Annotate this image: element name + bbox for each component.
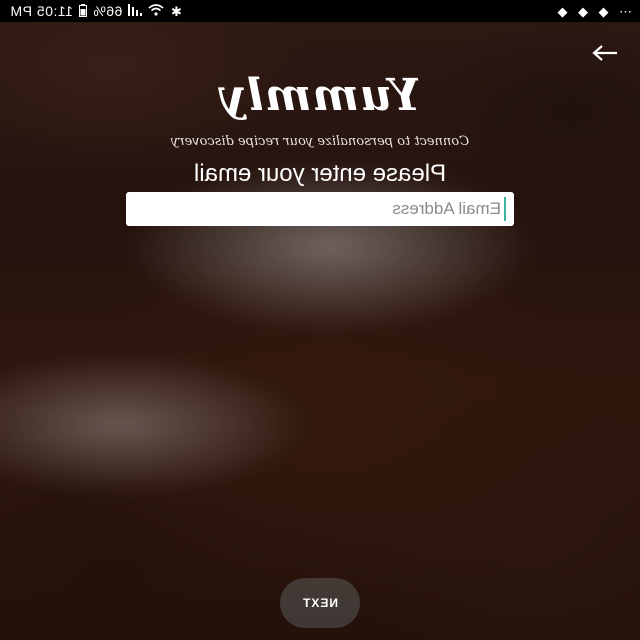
battery-percent: 66% [92, 3, 123, 19]
email-placeholder: Email Address [392, 199, 501, 218]
wifi-icon [148, 4, 164, 18]
bluetooth-icon: ✱ [170, 3, 182, 19]
tagline: Connect to personalize your recipe disco… [170, 134, 470, 149]
notification-icon: ◆ [577, 3, 589, 19]
email-field[interactable]: Email Address [126, 192, 514, 226]
status-bar: ⋯ ◆ ◆ ◆ ✱ 66% 11:05 PM [0, 0, 640, 22]
yummly-login-screen: ⋯ ◆ ◆ ◆ ✱ 66% 11:05 PM Yummly Connect to… [0, 0, 640, 640]
battery-icon [78, 3, 87, 19]
status-time: 11:05 PM [10, 3, 73, 19]
next-button[interactable]: NEXT [280, 578, 360, 628]
forward-button[interactable] [588, 38, 622, 68]
status-bar-left: ⋯ ◆ ◆ ◆ [557, 3, 640, 19]
next-button-label: NEXT [302, 596, 339, 610]
notification-icon: ◆ [557, 3, 568, 19]
notification-icon: ◆ [598, 3, 609, 19]
mirrored-content: ⋯ ◆ ◆ ◆ ✱ 66% 11:05 PM Yummly Connect to… [0, 0, 640, 640]
text-caret [504, 197, 506, 221]
app-logo: Yummly [219, 70, 421, 121]
arrow-right-icon [592, 45, 617, 61]
more-icon: ⋯ [618, 3, 633, 19]
status-bar-right: ✱ 66% 11:05 PM [0, 3, 182, 19]
email-prompt: Please enter your email [193, 160, 447, 187]
signal-icon [128, 4, 143, 18]
